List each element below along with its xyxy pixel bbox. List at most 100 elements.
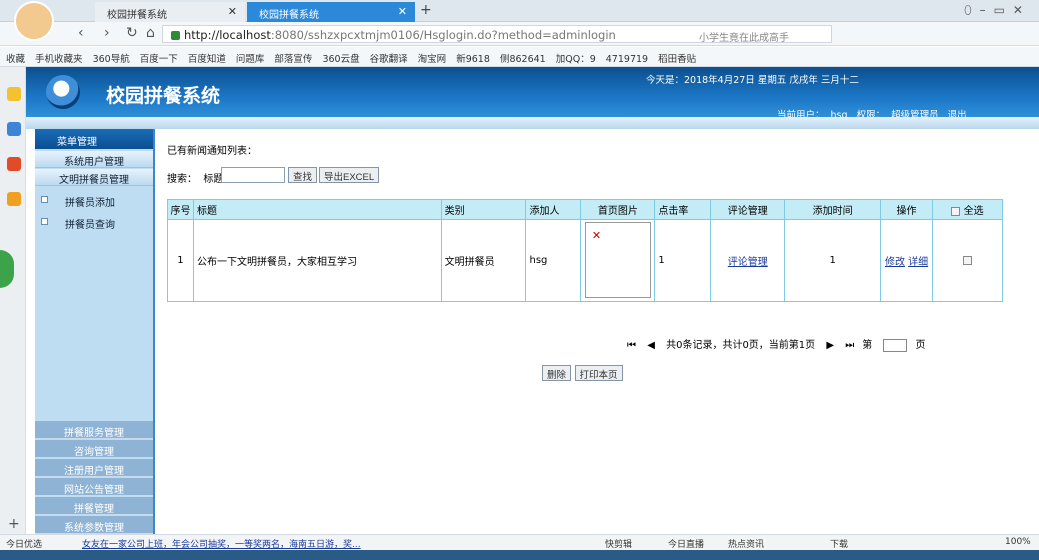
row-time: 1 — [784, 219, 882, 302]
today-date: 今天是：2018年4月27日 星期五 戊戌年 三月十二 — [646, 75, 859, 86]
status-live[interactable]: 今日直播 — [668, 537, 704, 550]
row-checkbox[interactable] — [963, 255, 973, 265]
at-icon[interactable] — [7, 192, 21, 206]
browser-sidebar — [0, 67, 26, 545]
weibo-icon[interactable] — [7, 157, 21, 171]
row-actions: 修改 详细 — [880, 219, 934, 302]
col-header: 序号 — [167, 199, 194, 220]
col-header: 点击率 — [654, 199, 712, 220]
row-category: 文明拼餐员 — [440, 219, 527, 302]
search-input[interactable] — [221, 167, 285, 183]
avatar[interactable] — [14, 1, 54, 41]
sidebar-item-consult[interactable]: 咨询管理 — [35, 440, 153, 458]
zoom-level[interactable]: 100% — [1005, 537, 1031, 547]
close-icon[interactable]: ✕ — [398, 5, 407, 18]
bookmark[interactable]: 侧862641 — [500, 54, 546, 65]
page-input[interactable] — [883, 338, 908, 352]
export-excel-button[interactable]: 导出EXCEL — [319, 167, 380, 183]
new-tab-icon[interactable]: + — [420, 2, 432, 18]
sidebar-item-orders[interactable]: 拼餐管理 — [35, 497, 153, 515]
address-bar: ‹ › ↻ ⌂ http://localhost:8080/sshzxpcxtm… — [0, 22, 1039, 46]
print-button[interactable]: 打印本页 — [574, 365, 623, 381]
taskbar — [0, 550, 1039, 560]
row-adder: hsg — [525, 219, 582, 302]
last-page-icon[interactable]: ⏭ — [845, 340, 854, 351]
logo-icon — [46, 75, 80, 109]
col-header: 添加时间 — [784, 199, 882, 220]
row-select-cell — [932, 219, 1003, 302]
bookmark[interactable]: 360云盘 — [322, 54, 359, 65]
select-all-checkbox[interactable] — [951, 206, 961, 216]
row-comment-cell: 评论管理 — [710, 219, 786, 302]
browser-tab[interactable]: 校园拼餐系统 ✕ — [95, 2, 245, 22]
sidebar-item-add-diner[interactable]: 拼餐员添加 — [35, 191, 153, 211]
bookmark[interactable]: 百度一下 — [140, 54, 178, 65]
bookmark[interactable]: 问题库 — [236, 54, 265, 65]
search-button[interactable]: 查找 — [288, 167, 318, 183]
home-icon[interactable]: ⌂ — [146, 25, 155, 41]
col-header: 类别 — [440, 199, 527, 220]
bookmark[interactable]: 加QQ：9 — [556, 54, 596, 65]
comment-management-link[interactable]: 评论管理 — [728, 257, 768, 268]
bottom-actions: 删除 打印本页 — [542, 365, 623, 381]
delete-button[interactable]: 删除 — [542, 365, 572, 381]
bookmark[interactable]: 部落宣传 — [274, 54, 312, 65]
col-header: 标题 — [192, 199, 442, 220]
header-divider — [26, 117, 1039, 129]
bookmark[interactable]: 4719719 — [606, 54, 648, 65]
browser-tab-bar: 校园拼餐系统 ✕ 校园拼餐系统 ✕ + ⬯–▭✕ — [0, 0, 1039, 22]
add-icon[interactable]: + — [8, 516, 20, 532]
bookmarks-bar: 收藏 手机收藏夹 360导航 百度一下 百度知道 问题库 部落宣传 360云盘 … — [0, 47, 1039, 67]
sidebar-item-query-diner[interactable]: 拼餐员查询 — [35, 213, 153, 233]
sidebar-bottom-menu: 拼餐服务管理 咨询管理 注册用户管理 网站公告管理 拼餐管理 系统参数管理 — [35, 421, 155, 534]
url-input[interactable]: http://localhost:8080/sshzxpcxtmjm0106/H… — [162, 25, 832, 44]
sidebar-header-label: 菜单管理 — [57, 137, 97, 148]
browser-tab-active[interactable]: 校园拼餐系统 ✕ — [247, 2, 415, 22]
sidebar-item-registered-users[interactable]: 注册用户管理 — [35, 459, 153, 477]
status-bar: 今日优选 女友在一家公司上班，年会公司抽奖，一等奖两名，海南五日游，奖... 快… — [0, 534, 1039, 550]
sidebar-item-system-users[interactable]: 系统用户管理 — [35, 151, 153, 168]
sidebar-item-service[interactable]: 拼餐服务管理 — [35, 421, 153, 439]
app-header: 校园拼餐系统 今天是：2018年4月27日 星期五 戊戌年 三月十二 当前用户：… — [26, 67, 1039, 121]
forward-icon[interactable]: › — [104, 25, 110, 41]
bookmark[interactable]: 谷歌翻译 — [370, 54, 408, 65]
bookmark[interactable]: 稻田香贴 — [658, 54, 696, 65]
col-header: 操作 — [880, 199, 934, 220]
row-clicks: 1 — [654, 219, 712, 302]
col-header: 首页图片 — [580, 199, 656, 220]
list-icon[interactable] — [7, 122, 21, 136]
url-text: http://localhost:8080/sshzxpcxtmjm0106/H… — [171, 28, 616, 42]
select-all-header[interactable]: 全选 — [932, 199, 1003, 220]
expand-icon — [41, 218, 48, 225]
prev-page-icon[interactable]: ◀ — [647, 340, 655, 351]
sidebar-item-diner-management[interactable]: 文明拼餐员管理 — [35, 169, 153, 186]
col-header: 添加人 — [525, 199, 582, 220]
edit-link[interactable]: 修改 — [885, 257, 905, 268]
window-controls[interactable]: ⬯–▭✕ — [964, 3, 1031, 18]
status-quick-edit[interactable]: 快剪辑 — [605, 537, 632, 550]
table-header-row: 序号 标题 类别 添加人 首页图片 点击率 评论管理 添加时间 操作 全选 — [167, 199, 1003, 220]
bookmark[interactable]: 360导航 — [93, 54, 130, 65]
close-icon[interactable]: ✕ — [228, 5, 237, 18]
next-page-icon[interactable]: ▶ — [826, 340, 834, 351]
reload-icon[interactable]: ↻ — [126, 25, 138, 41]
sidebar-item-announcements[interactable]: 网站公告管理 — [35, 478, 153, 496]
back-icon[interactable]: ‹ — [78, 25, 84, 41]
star-icon[interactable] — [7, 87, 21, 101]
daily-picks[interactable]: 今日优选 — [6, 537, 42, 550]
bookmark[interactable]: 手机收藏夹 — [35, 54, 83, 65]
search-hint[interactable]: 小学生竟在此成高手 — [699, 29, 789, 44]
news-ticker[interactable]: 女友在一家公司上班，年会公司抽奖，一等奖两名，海南五日游，奖... — [82, 537, 361, 550]
row-image-cell: ✕ — [580, 219, 656, 302]
bookmark[interactable]: 新9618 — [456, 54, 490, 65]
news-table: 序号 标题 类别 添加人 首页图片 点击率 评论管理 添加时间 操作 全选 1 … — [167, 199, 1003, 302]
bookmark[interactable]: 收藏 — [6, 54, 25, 65]
bookmark[interactable]: 百度知道 — [188, 54, 226, 65]
bookmark[interactable]: 淘宝网 — [418, 54, 447, 65]
secure-icon — [171, 31, 180, 40]
detail-link[interactable]: 详细 — [908, 257, 928, 268]
status-hot-news[interactable]: 热点资讯 — [728, 537, 764, 550]
sidebar-item-params[interactable]: 系统参数管理 — [35, 516, 153, 534]
first-page-icon[interactable]: ⏮ — [627, 340, 636, 351]
status-download[interactable]: 下载 — [830, 537, 848, 550]
